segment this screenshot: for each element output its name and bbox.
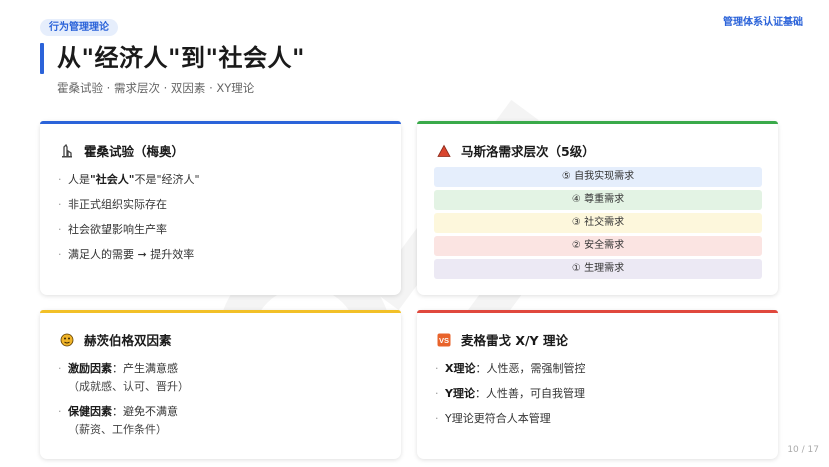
list-item: · 人是"社会人"不是"经济人" (58, 173, 200, 186)
card-accent-line (417, 121, 778, 124)
list-item: · 保健因素：避免不满意 （薪资、工作条件） (58, 405, 178, 436)
hawthorne-card: 霍桑试验（梅奥） · 人是"社会人"不是"经济人" · 非正式组织实际存在 · 社会欲… (40, 121, 401, 295)
card-title: 霍桑试验（梅奥） (84, 144, 185, 159)
list-item: · Y理论：人性善，可自我管理 (435, 387, 585, 400)
maslow-pyramid: ⑤ 自我实现需求 ④ 尊重需求 ③ 社交需求 ② 安全需求 ① 生理需求 (434, 167, 762, 282)
list-item: · Y理论更符合人本管理 (435, 412, 551, 425)
hawthorne-list: · 人是"社会人"不是"经济人" · 非正式组织实际存在 · 社会欲望影响生产率 · 满… (58, 173, 200, 273)
page-number: 10 / 17 (787, 445, 819, 455)
list-item: · 社会欲望影响生产率 (58, 223, 167, 236)
level-social: ③ 社交需求 (434, 213, 762, 233)
list-item: · X理论：人性恶，需强制管控 (435, 362, 586, 375)
level-self-actualization: ⑤ 自我实现需求 (434, 167, 762, 187)
masks-icon (59, 332, 75, 348)
maslow-card: 马斯洛需求层次（5级） ⑤ 自我实现需求 ④ 尊重需求 ③ 社交需求 ② 安全需… (417, 121, 778, 295)
list-item: · 满足人的需要 ➞ 提升效率 (58, 248, 195, 261)
list-item: · 非正式组织实际存在 (58, 198, 167, 211)
herzberg-list: · 激励因素：产生满意感 （成就感、认可、晋升） · 保健因素：避免不满意 （薪资、工作… (58, 362, 189, 448)
vs-icon: VS (436, 332, 452, 348)
herzberg-card: 赫茨伯格双因素 · 激励因素：产生满意感 （成就感、认可、晋升） · 保健因素：避免不… (40, 310, 401, 459)
level-safety: ② 安全需求 (434, 236, 762, 256)
card-accent-line (40, 121, 401, 124)
card-title: 马斯洛需求层次（5级） (461, 144, 595, 159)
list-item: · 激励因素：产生满意感 （成就感、认可、晋升） (58, 362, 189, 393)
flask-icon (59, 143, 75, 159)
mcgregor-list: · X理论：人性恶，需强制管控 · Y理论：人性善，可自我管理 · Y理论更符合人本管… (435, 362, 585, 437)
card-accent-line (40, 310, 401, 313)
card-title: 麦格雷戈 X/Y 理论 (461, 333, 568, 348)
level-physiological: ① 生理需求 (434, 259, 762, 279)
mcgregor-card: VS 麦格雷戈 X/Y 理论 · X理论：人性恶，需强制管控 · Y理论：人性善，可… (417, 310, 778, 459)
svg-text:VS: VS (439, 336, 449, 345)
section-tag: 行为管理理论 (40, 19, 118, 36)
brand-label: 管理体系认证基础 (723, 17, 803, 28)
page-title: 从"经济人"到"社会人" (57, 44, 306, 72)
title-accent-bar (40, 43, 44, 74)
page-subtitle: 霍桑试验 · 需求层次 · 双因素 · XY理论 (57, 81, 255, 95)
card-title: 赫茨伯格双因素 (84, 333, 172, 348)
level-esteem: ④ 尊重需求 (434, 190, 762, 210)
triangle-icon (436, 143, 452, 159)
card-accent-line (417, 310, 778, 313)
